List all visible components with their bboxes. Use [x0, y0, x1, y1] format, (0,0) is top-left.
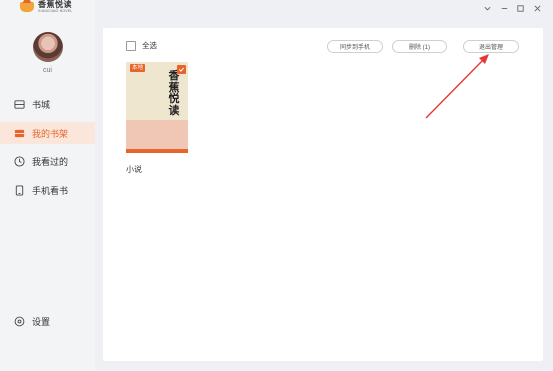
- logo-text: 香蕉悦读: [38, 0, 72, 9]
- sidebar-item-label: 我的书架: [32, 128, 69, 139]
- sidebar-item-bookstore[interactable]: 书城: [0, 93, 95, 115]
- dropdown-menu-button[interactable]: [481, 2, 493, 14]
- checkbox-box[interactable]: [126, 40, 136, 51]
- select-all-checkbox[interactable]: 全选: [126, 40, 157, 51]
- book-title: 小说: [126, 165, 142, 174]
- bookshelf-icon: [14, 128, 25, 139]
- gear-icon: [14, 316, 25, 327]
- sidebar-item-label: 我看过的: [32, 156, 69, 167]
- delete-button[interactable]: 删除 (1): [392, 40, 447, 53]
- history-clock-icon: [14, 155, 25, 167]
- book-card[interactable]: 本地 香蕉悦读: [126, 62, 188, 153]
- selected-check-icon[interactable]: [177, 65, 186, 74]
- username: cui: [43, 67, 52, 74]
- logo-subtext: XIANGJIAO NOVEL: [38, 8, 73, 13]
- select-all-label: 全选: [142, 41, 157, 50]
- bookstore-icon: [14, 99, 25, 110]
- maximize-icon: [516, 4, 524, 12]
- exit-manage-button[interactable]: 退出管理: [463, 40, 519, 53]
- phone-icon: [14, 184, 25, 196]
- maximize-button[interactable]: [514, 2, 526, 14]
- app-logo: 香蕉悦读 XIANGJIAO NOVEL: [20, 0, 73, 14]
- local-badge: 本地: [130, 64, 146, 72]
- sidebar-item-label: 手机看书: [32, 185, 69, 196]
- sidebar-item-label: 设置: [32, 316, 51, 327]
- sidebar: 香蕉悦读 XIANGJIAO NOVEL cui 书城 我的书架 我看过的 手机…: [0, 0, 95, 371]
- close-icon: [533, 4, 541, 12]
- minimize-icon: [501, 7, 507, 9]
- sync-to-phone-button[interactable]: 同步到手机: [327, 40, 383, 53]
- close-button[interactable]: [531, 2, 543, 14]
- chevron-down-icon: [483, 6, 491, 10]
- sidebar-item-mobile-reading[interactable]: 手机看书: [0, 179, 95, 201]
- logo-icon: [20, 0, 34, 12]
- bookshelf-panel: 全选 同步到手机 删除 (1) 退出管理 本地 香蕉悦读 小说: [103, 28, 543, 361]
- cover-title: 香蕉悦读: [168, 69, 180, 117]
- minimize-button[interactable]: [498, 2, 510, 14]
- sidebar-item-bookshelf[interactable]: 我的书架: [0, 122, 95, 144]
- sidebar-item-label: 书城: [32, 99, 51, 110]
- avatar[interactable]: [33, 32, 63, 62]
- sidebar-item-history[interactable]: 我看过的: [0, 150, 95, 172]
- sidebar-item-settings[interactable]: 设置: [0, 310, 95, 332]
